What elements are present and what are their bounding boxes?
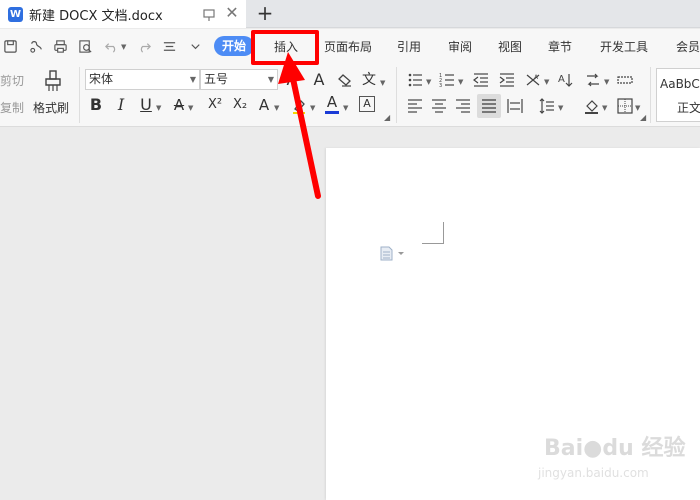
paw-icon: ● — [583, 436, 603, 461]
distributed-align-icon[interactable] — [506, 97, 524, 115]
cut-button[interactable]: 剪切 — [0, 72, 24, 89]
menu-references[interactable]: 引用 — [397, 37, 421, 57]
document-tab[interactable]: W 新建 DOCX 文档.docx ✕ — [0, 0, 246, 28]
menu-sections[interactable]: 章节 — [548, 37, 572, 57]
chevron-down-icon[interactable]: ▼ — [635, 104, 640, 112]
export-icon[interactable] — [28, 38, 44, 54]
font-name-select[interactable]: 宋体 ▼ — [85, 69, 200, 90]
paragraph-dialog-launcher-icon[interactable]: ◢ — [640, 113, 646, 122]
underline-button[interactable]: U — [139, 96, 153, 114]
insert-tab-highlight — [251, 30, 319, 65]
undo-dropdown-icon[interactable]: ▼ — [121, 43, 126, 51]
font-name-value: 宋体 — [89, 72, 114, 86]
format-painter-button[interactable]: 格式刷 — [33, 99, 69, 116]
line-spacing-icon[interactable] — [538, 97, 556, 115]
chevron-down-icon[interactable]: ▼ — [558, 104, 563, 112]
menu-membership[interactable]: 会员 — [676, 37, 700, 57]
clear-format-icon[interactable] — [336, 71, 354, 89]
subscript-button[interactable]: X₂ — [229, 96, 251, 114]
borders-icon[interactable] — [616, 97, 634, 115]
page-margin-mark — [422, 222, 444, 244]
menu-view[interactable]: 视图 — [498, 37, 522, 57]
chevron-down-icon: ▼ — [267, 75, 274, 84]
chevron-down-icon[interactable]: ▼ — [380, 79, 385, 87]
chevron-down-icon[interactable]: ▼ — [188, 104, 193, 112]
watermark-brand: Bai — [544, 436, 584, 461]
chevron-down-icon[interactable]: ▼ — [602, 104, 607, 112]
align-left-icon[interactable] — [406, 97, 424, 115]
print-icon[interactable] — [52, 38, 68, 54]
save-icon[interactable] — [2, 38, 18, 54]
chevron-down-icon[interactable]: ▼ — [156, 104, 161, 112]
chevron-down-icon[interactable]: ▼ — [458, 78, 463, 86]
font-size-select[interactable]: 五号 ▼ — [200, 69, 278, 90]
menu-home[interactable]: 开始 — [214, 36, 254, 56]
style-preview: AaBbCc — [660, 77, 700, 91]
character-border-icon[interactable]: A — [359, 96, 375, 112]
shrink-font-icon[interactable]: A — [311, 71, 327, 89]
menu-developer-tools[interactable]: 开发工具 — [600, 37, 648, 57]
toolbar-divider — [396, 67, 397, 123]
chevron-down-icon[interactable]: ▼ — [426, 78, 431, 86]
chevron-down-icon[interactable]: ▼ — [604, 78, 609, 86]
format-icon[interactable] — [161, 38, 177, 54]
baidu-watermark: Bai●du 经验 jingyan.baidu.com — [534, 422, 694, 492]
chevron-down-icon[interactable]: ▼ — [343, 104, 348, 112]
pinyin-guide-icon[interactable]: 文 — [360, 71, 378, 89]
close-tab-icon[interactable]: ✕ — [224, 4, 240, 22]
title-bar: W 新建 DOCX 文档.docx ✕ + — [0, 0, 700, 28]
chevron-down-icon[interactable]: ▼ — [310, 104, 315, 112]
document-icon[interactable] — [380, 246, 406, 266]
svg-text:3: 3 — [439, 83, 442, 88]
increase-indent-icon[interactable] — [498, 71, 516, 89]
grow-font-icon[interactable]: A — [285, 71, 299, 89]
svg-text:A: A — [558, 74, 565, 85]
toolbar-divider — [79, 67, 80, 123]
font-color-icon[interactable]: A — [325, 94, 339, 114]
show-marks-icon[interactable] — [616, 71, 634, 89]
font-dialog-launcher-icon[interactable]: ◢ — [384, 113, 390, 122]
watermark-brand-cn: 经验 — [641, 436, 686, 461]
watermark-brand-2: du — [602, 436, 634, 461]
print-preview-icon[interactable] — [77, 38, 93, 54]
strikethrough-icon[interactable]: A — [172, 96, 186, 114]
decrease-indent-icon[interactable] — [472, 71, 490, 89]
text-effect-icon[interactable]: A — [257, 96, 271, 114]
justify-icon[interactable] — [477, 94, 501, 118]
bold-button[interactable]: B — [89, 96, 103, 114]
wps-writer-icon: W — [8, 6, 23, 22]
align-right-icon[interactable] — [454, 97, 472, 115]
chevron-down-icon: ▼ — [189, 75, 196, 84]
align-center-icon[interactable] — [430, 97, 448, 115]
format-painter-icon[interactable] — [42, 69, 64, 93]
chinese-layout-icon[interactable]: A — [524, 71, 542, 89]
bullets-icon[interactable] — [406, 71, 424, 89]
style-gallery[interactable]: AaBbCc 正文 — [656, 68, 700, 122]
style-name-normal: 正文 — [677, 101, 700, 115]
font-size-value: 五号 — [204, 72, 229, 86]
watermark-url: jingyan.baidu.com — [538, 466, 649, 480]
text-direction-icon[interactable] — [584, 71, 602, 89]
highlight-color-icon[interactable] — [290, 97, 308, 115]
undo-icon[interactable] — [103, 38, 119, 54]
pin-icon[interactable] — [202, 7, 216, 21]
more-chevron-icon[interactable] — [187, 38, 203, 54]
toolbar-divider — [650, 67, 651, 123]
chevron-down-icon[interactable]: ▼ — [274, 104, 279, 112]
ribbon-toolbar: 剪切 复制 格式刷 宋体 ▼ 五号 ▼ A A 文 ▼ B I U ▼ A ▼ … — [0, 63, 700, 127]
italic-button[interactable]: I — [115, 96, 127, 114]
copy-button[interactable]: 复制 — [0, 99, 24, 116]
numbering-icon[interactable]: 123 — [438, 71, 456, 89]
new-tab-button[interactable]: + — [255, 2, 275, 24]
document-title: 新建 DOCX 文档.docx — [29, 8, 163, 24]
menu-bar: ▼ 开始 插入 页面布局 引用 审阅 视图 章节 开发工具 会员 — [0, 29, 700, 63]
chevron-down-icon[interactable]: ▼ — [544, 78, 549, 86]
superscript-button[interactable]: X² — [204, 96, 226, 114]
redo-icon[interactable] — [136, 38, 152, 54]
menu-page-layout[interactable]: 页面布局 — [324, 37, 372, 57]
shading-icon[interactable] — [583, 97, 601, 115]
sort-icon[interactable]: A — [556, 71, 574, 89]
menu-review[interactable]: 审阅 — [448, 37, 472, 57]
